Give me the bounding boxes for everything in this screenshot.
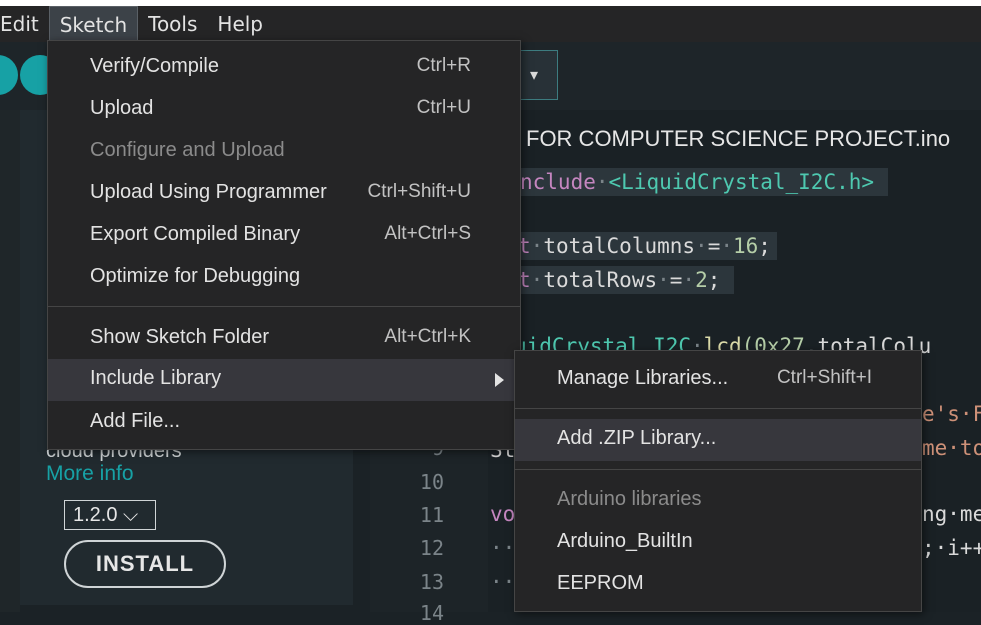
activity-bar bbox=[0, 110, 20, 612]
menu-item-label: Show Sketch Folder bbox=[90, 326, 269, 348]
menu-bar: Edit Sketch Tools Help bbox=[0, 6, 981, 42]
chevron-down-icon: ▾ bbox=[529, 65, 539, 84]
line-number: 14 bbox=[419, 601, 444, 625]
code-fragment: vo bbox=[490, 502, 515, 526]
code-token: ·· bbox=[490, 536, 516, 560]
code-token: nclude bbox=[520, 170, 596, 194]
menu-item-label: Add File... bbox=[90, 410, 181, 432]
code-line: t·totalColumns·=·16; bbox=[512, 232, 777, 260]
menu-item-label: Arduino_BuiltIn bbox=[557, 530, 693, 552]
menu-help[interactable]: Help bbox=[207, 6, 273, 42]
shortcut-label: Ctrl+Shift+U bbox=[367, 181, 471, 202]
code-token: totalRows bbox=[543, 268, 658, 292]
version-select[interactable]: 1.2.0 ⌵ bbox=[64, 500, 156, 530]
code-fragment: ;·i++ bbox=[922, 536, 981, 560]
menu-separator bbox=[515, 469, 921, 470]
menu-item-label: Upload bbox=[90, 97, 154, 119]
line-number: 13 bbox=[419, 570, 444, 594]
menu-item-label: Optimize for Debugging bbox=[90, 265, 301, 287]
menu-item-manage-libraries[interactable]: Manage Libraries... Ctrl+Shift+I bbox=[515, 359, 921, 401]
menu-item-add-file[interactable]: Add File... bbox=[48, 402, 520, 444]
menu-item-library[interactable]: EEPROM bbox=[515, 564, 921, 606]
menu-edit[interactable]: Edit bbox=[0, 6, 49, 42]
code-token: ·· bbox=[490, 570, 516, 594]
code-fragment: ng·me bbox=[922, 502, 981, 526]
code-token: e's·F bbox=[922, 402, 981, 426]
menu-item-label: Include Library bbox=[90, 367, 222, 389]
menu-item-include-library[interactable]: Include Library bbox=[48, 359, 520, 401]
menu-item-configure-and-upload: Configure and Upload bbox=[48, 131, 520, 173]
code-token: me·to bbox=[922, 436, 981, 460]
menu-item-export-compiled-binary[interactable]: Export Compiled Binary Alt+Ctrl+S bbox=[48, 215, 520, 257]
code-fragment: ·· bbox=[490, 570, 515, 594]
menu-item-label: Configure and Upload bbox=[90, 139, 285, 161]
menu-item-label: Upload Using Programmer bbox=[90, 181, 327, 203]
more-info-link[interactable]: More info bbox=[46, 462, 134, 486]
code-line: t·totalRows·=·2; bbox=[512, 266, 735, 294]
menu-item-optimize-for-debugging[interactable]: Optimize for Debugging bbox=[48, 257, 520, 299]
menu-item-label: Manage Libraries... bbox=[557, 367, 729, 389]
code-token: 2 bbox=[695, 268, 708, 292]
menu-item-show-sketch-folder[interactable]: Show Sketch Folder Alt+Ctrl+K bbox=[48, 318, 520, 360]
code-token: 16 bbox=[733, 234, 759, 258]
menu-item-verify-compile[interactable]: Verify/Compile Ctrl+R bbox=[48, 47, 520, 89]
code-token: ; bbox=[707, 268, 721, 292]
code-token: ; bbox=[758, 234, 771, 258]
submenu-arrow-icon bbox=[495, 373, 504, 387]
menu-separator bbox=[48, 306, 520, 307]
code-fragment: ·· bbox=[490, 536, 515, 560]
section-header-label: Arduino libraries bbox=[557, 488, 702, 510]
shortcut-label: Alt+Ctrl+S bbox=[384, 223, 471, 244]
menu-item-upload-using-programmer[interactable]: Upload Using Programmer Ctrl+Shift+U bbox=[48, 173, 520, 215]
submenu-section-header: Arduino libraries bbox=[515, 480, 921, 522]
menu-sketch[interactable]: Sketch bbox=[48, 6, 139, 42]
version-value: 1.2.0 bbox=[73, 504, 118, 526]
line-number: 11 bbox=[419, 503, 444, 527]
menu-item-upload[interactable]: Upload Ctrl+U bbox=[48, 89, 520, 131]
code-fragment: me·to bbox=[922, 436, 981, 460]
sketch-menu: Verify/Compile Ctrl+R Upload Ctrl+U Conf… bbox=[47, 40, 521, 450]
include-library-submenu: Manage Libraries... Ctrl+Shift+I Add .ZI… bbox=[514, 350, 922, 612]
shortcut-label: Ctrl+Shift+I bbox=[776, 367, 872, 388]
menu-item-label: Add .ZIP Library... bbox=[557, 427, 717, 449]
menu-item-label: Export Compiled Binary bbox=[90, 223, 301, 245]
install-button[interactable]: INSTALL bbox=[64, 540, 226, 588]
code-token: vo bbox=[490, 502, 516, 526]
menu-item-label: EEPROM bbox=[557, 572, 644, 594]
menu-item-library[interactable]: Arduino_BuiltIn bbox=[515, 522, 921, 564]
code-token: = bbox=[707, 234, 721, 258]
shortcut-label: Alt+Ctrl+K bbox=[384, 326, 471, 347]
shortcut-label: Ctrl+U bbox=[416, 97, 471, 118]
code-token: ng·me bbox=[922, 502, 981, 526]
code-token: <LiquidCrystal_I2C.h> bbox=[608, 170, 875, 194]
line-number: 10 bbox=[419, 470, 444, 494]
code-line: nclude·<LiquidCrystal_I2C.h> bbox=[512, 168, 889, 196]
menu-tools[interactable]: Tools bbox=[138, 6, 207, 42]
menu-item-label: Verify/Compile bbox=[90, 55, 219, 77]
shortcut-label: Ctrl+R bbox=[416, 55, 471, 76]
code-fragment: e's·F bbox=[922, 402, 981, 426]
code-token: totalColumns bbox=[543, 234, 696, 258]
line-number: 12 bbox=[419, 536, 444, 560]
chevron-down-icon: ⌵ bbox=[123, 504, 139, 526]
menu-separator bbox=[515, 408, 921, 409]
editor-tab-title[interactable]: FOR COMPUTER SCIENCE PROJECT.ino bbox=[526, 126, 950, 152]
code-token: = bbox=[669, 268, 683, 292]
menu-item-add-zip-library[interactable]: Add .ZIP Library... bbox=[515, 419, 921, 461]
code-token: ;·i++ bbox=[922, 536, 981, 560]
